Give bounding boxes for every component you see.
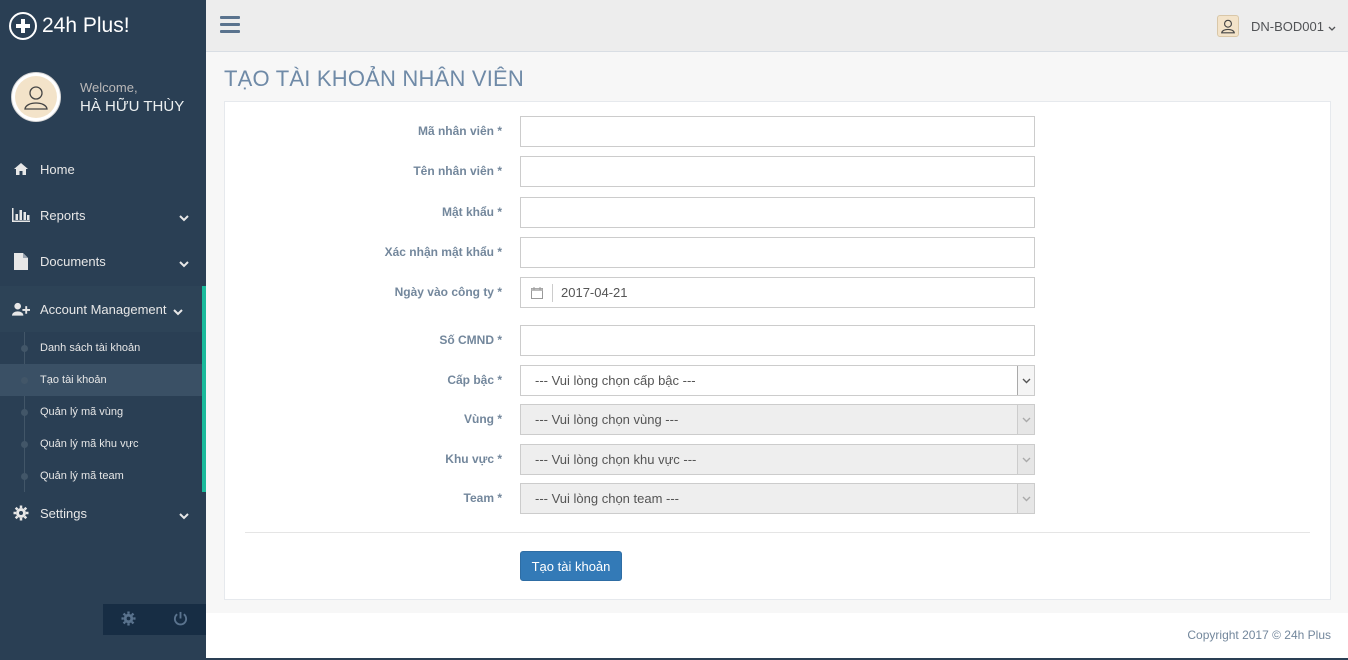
welcome-text: Welcome,: [80, 79, 138, 95]
employee-id-input[interactable]: [520, 116, 1035, 147]
sidebar-item-label: Reports: [40, 207, 86, 223]
id-number-input[interactable]: [520, 325, 1035, 356]
submenu-item-area-codes[interactable]: Quản lý mã khu vực: [0, 428, 202, 460]
password-input[interactable]: [520, 197, 1035, 228]
rank-select[interactable]: --- Vui lòng chọn cấp bậc ---: [520, 365, 1035, 396]
sidebar-item-reports[interactable]: Reports: [0, 192, 206, 238]
rank-label: Cấp bậc *: [447, 373, 502, 387]
page-title: TẠO TÀI KHOẢN NHÂN VIÊN: [224, 66, 525, 91]
sidebar-item-label: Home: [40, 161, 75, 177]
user-plus-icon: [12, 302, 30, 316]
password-label: Mật khẩu *: [441, 205, 502, 219]
region-select-value: --- Vui lòng chọn vùng ---: [535, 412, 679, 427]
submenu-item-label: Quản lý mã vùng: [40, 406, 124, 418]
calendar-icon[interactable]: [521, 283, 553, 302]
form-row-employee-name: Tên nhân viên *: [225, 156, 1330, 187]
employee-name-input[interactable]: [520, 156, 1035, 187]
form-row-password: Mật khẩu *: [225, 197, 1330, 228]
settings-gear-icon[interactable]: [121, 610, 136, 629]
bar-chart-icon: [12, 208, 30, 222]
chevron-down-icon: [179, 256, 189, 271]
brand[interactable]: 24h Plus!: [0, 0, 206, 52]
home-icon: [12, 162, 30, 176]
sidebar: 24h Plus! Welcome, HÀ HỮU THÙY Home Repo…: [0, 0, 206, 660]
profile-name: HÀ HỮU THÙY: [80, 97, 185, 115]
form-row-employee-id: Mã nhân viên *: [225, 116, 1330, 147]
account-submenu: Danh sách tài khoản Tạo tài khoản Quản l…: [0, 332, 206, 492]
submenu-item-label: Danh sách tài khoản: [40, 342, 141, 354]
sidebar-item-settings[interactable]: Settings: [0, 490, 206, 536]
profile: Welcome, HÀ HỮU THÙY: [0, 52, 206, 142]
start-date-input[interactable]: 2017-04-21: [520, 277, 1035, 308]
form-row-id-number: Số CMND *: [225, 325, 1330, 356]
user-name: DN-BOD001: [1251, 18, 1324, 34]
sidebar-item-home[interactable]: Home: [0, 146, 206, 192]
team-select-value: --- Vui lòng chọn team ---: [535, 491, 680, 506]
form-row-start-date: Ngày vào công ty * 2017-04-21: [225, 277, 1330, 308]
chevron-down-icon: [173, 304, 183, 319]
plus-icon: [9, 12, 37, 40]
employee-name-label: Tên nhân viên *: [413, 164, 502, 178]
area-label: Khu vực *: [445, 452, 502, 466]
team-label: Team *: [463, 491, 502, 505]
user-dropdown[interactable]: DN-BOD001: [1217, 15, 1336, 37]
file-icon: [12, 252, 30, 270]
page-footer: Copyright 2017 © 24h Plus: [206, 613, 1348, 660]
sidebar-item-label: Settings: [40, 505, 87, 521]
sidebar-item-account-management[interactable]: Account Management: [0, 286, 206, 332]
form-row-confirm-password: Xác nhận mật khẩu *: [225, 237, 1330, 268]
submenu-item-account-list[interactable]: Danh sách tài khoản: [0, 332, 202, 364]
gear-icon: [12, 505, 30, 521]
form-row-team: Team * --- Vui lòng chọn team ---: [225, 483, 1330, 514]
create-account-form: Mã nhân viên * Tên nhân viên * Mật khẩu …: [224, 101, 1331, 600]
start-date-label: Ngày vào công ty *: [394, 285, 502, 299]
menu-toggle-icon[interactable]: [220, 16, 240, 37]
confirm-password-label: Xác nhận mật khẩu *: [384, 245, 502, 259]
top-navbar: DN-BOD001: [206, 0, 1348, 52]
submenu-item-region-codes[interactable]: Quản lý mã vùng: [0, 396, 202, 428]
submenu-item-label: Quản lý mã team: [40, 470, 124, 482]
chevron-down-icon: [1017, 445, 1034, 474]
area-select[interactable]: --- Vui lòng chọn khu vực ---: [520, 444, 1035, 475]
copyright-text: Copyright 2017 © 24h Plus: [1187, 628, 1331, 642]
start-date-value: 2017-04-21: [561, 285, 628, 300]
chevron-down-icon: [1017, 484, 1034, 513]
form-row-region: Vùng * --- Vui lòng chọn vùng ---: [225, 404, 1330, 435]
chevron-down-icon: [1017, 405, 1034, 434]
chevron-down-icon: [179, 508, 189, 523]
team-select[interactable]: --- Vui lòng chọn team ---: [520, 483, 1035, 514]
avatar: [11, 72, 61, 122]
chevron-down-icon: [1328, 19, 1336, 34]
region-select[interactable]: --- Vui lòng chọn vùng ---: [520, 404, 1035, 435]
chevron-down-icon: [1017, 366, 1034, 395]
submenu-item-create-account[interactable]: Tạo tài khoản: [0, 364, 202, 396]
brand-title: 24h Plus!: [42, 14, 130, 37]
submenu-item-label: Tạo tài khoản: [40, 374, 107, 386]
form-row-area: Khu vực * --- Vui lòng chọn khu vực ---: [225, 444, 1330, 475]
power-icon[interactable]: [173, 611, 188, 629]
sidebar-item-documents[interactable]: Documents: [0, 238, 206, 284]
confirm-password-input[interactable]: [520, 237, 1035, 268]
employee-id-label: Mã nhân viên *: [417, 124, 502, 138]
sidebar-item-label: Account Management: [40, 301, 167, 317]
id-number-label: Số CMND *: [439, 333, 502, 347]
sidebar-item-label: Documents: [40, 253, 106, 269]
form-divider: [245, 532, 1310, 533]
sidebar-footer: [103, 604, 206, 635]
chevron-down-icon: [179, 210, 189, 225]
submenu-item-team-codes[interactable]: Quản lý mã team: [0, 460, 202, 492]
user-avatar-icon: [1217, 15, 1240, 37]
area-select-value: --- Vui lòng chọn khu vực ---: [535, 452, 697, 467]
form-row-rank: Cấp bậc * --- Vui lòng chọn cấp bậc ---: [225, 365, 1330, 396]
submenu-item-label: Quản lý mã khu vực: [40, 438, 139, 450]
rank-select-value: --- Vui lòng chọn cấp bậc ---: [535, 373, 696, 388]
create-account-button[interactable]: Tạo tài khoản: [520, 551, 622, 581]
region-label: Vùng *: [464, 412, 502, 426]
